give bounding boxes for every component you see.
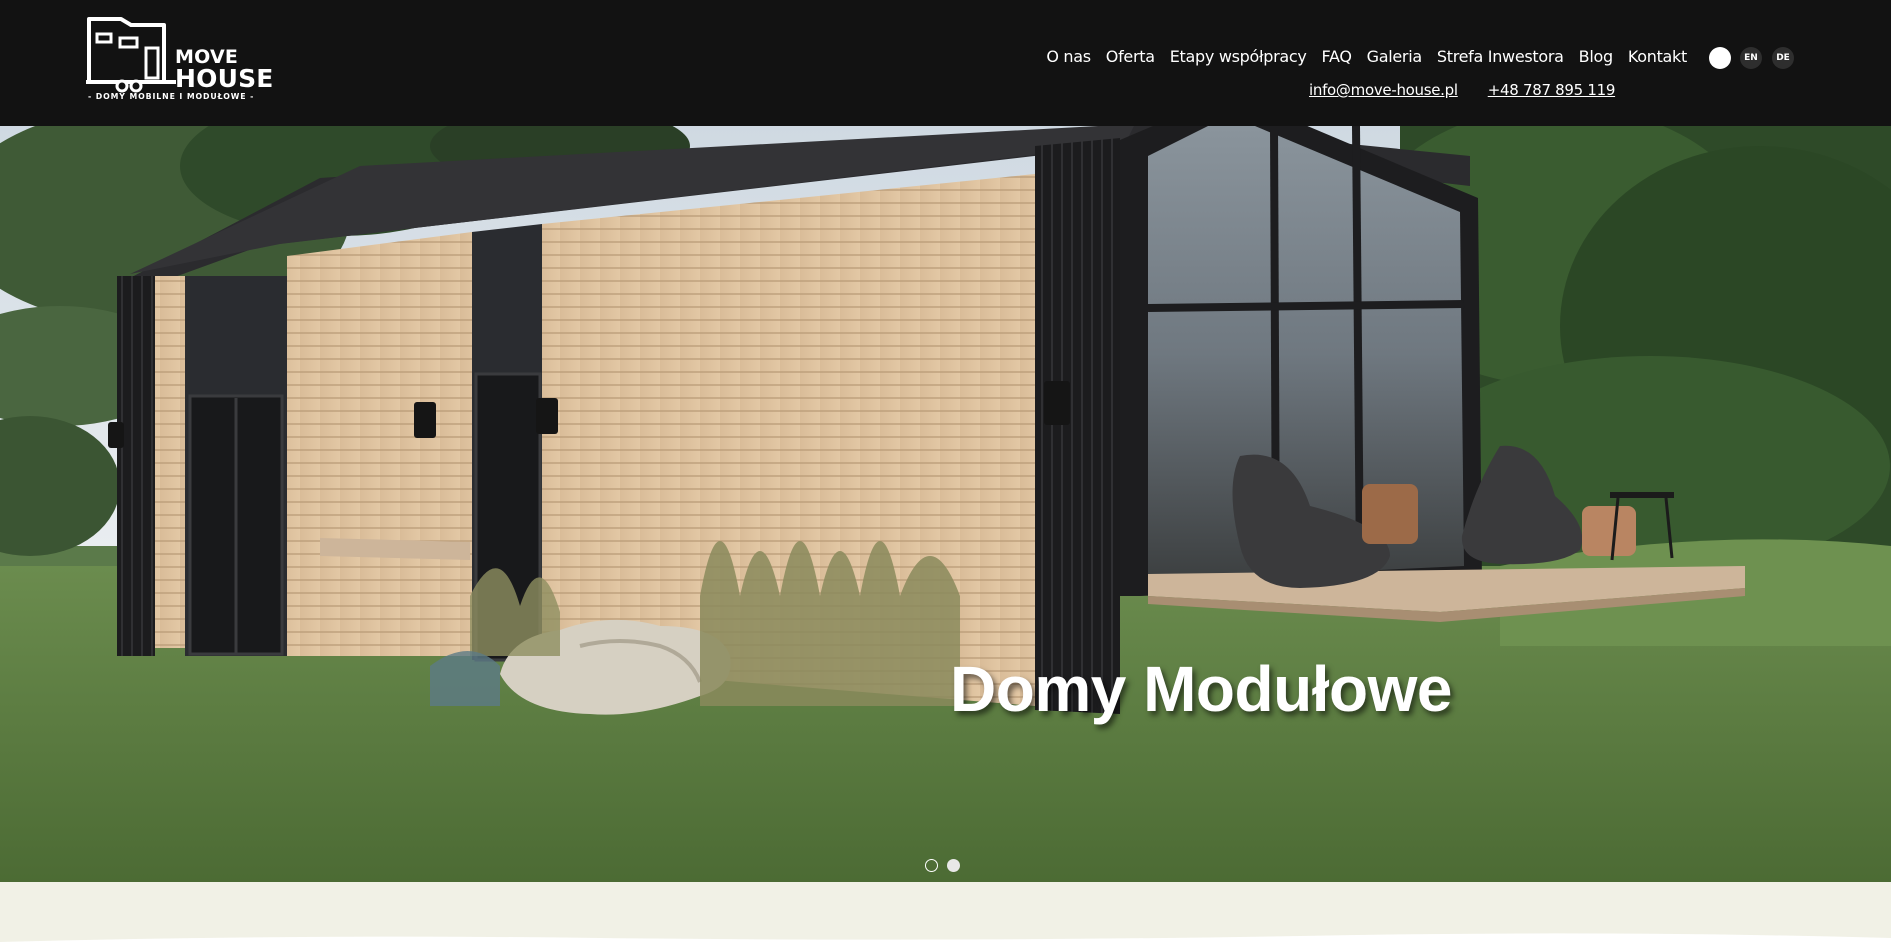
main-nav: O nas Oferta Etapy współpracy FAQ Galeri… xyxy=(1046,47,1687,67)
brand-name-line2: HOUSE xyxy=(175,64,274,93)
nav-item-faq[interactable]: FAQ xyxy=(1322,47,1352,67)
tiny-house-trailer-icon xyxy=(86,17,176,93)
brand-tagline: - DOMY MOBILNE I MODUŁOWE - xyxy=(88,92,255,101)
wave-divider xyxy=(0,933,1891,950)
nav-item-oferta[interactable]: Oferta xyxy=(1106,47,1155,67)
nav-item-strefa-inwestora[interactable]: Strefa Inwestora xyxy=(1437,47,1564,67)
hero-title: Domy Modułowe xyxy=(950,653,1452,725)
hero-house-image xyxy=(0,126,1891,882)
site-header: MOVE HOUSE - DOMY MOBILNE I MODUŁOWE - O… xyxy=(0,0,1891,126)
nav-item-o-nas[interactable]: O nas xyxy=(1046,47,1091,67)
nav-item-galeria[interactable]: Galeria xyxy=(1367,47,1423,67)
language-en-button[interactable]: EN xyxy=(1740,47,1762,69)
language-de-button[interactable]: DE xyxy=(1772,47,1794,69)
phone-link[interactable]: +48 787 895 119 xyxy=(1488,80,1616,100)
contact-links: info@move-house.pl +48 787 895 119 xyxy=(1309,80,1645,100)
email-link[interactable]: info@move-house.pl xyxy=(1309,80,1458,100)
light-mode-toggle-icon[interactable] xyxy=(1709,47,1731,69)
nav-item-etapy-wspolpracy[interactable]: Etapy współpracy xyxy=(1170,47,1307,67)
hero-slider: Domy Modułowe xyxy=(0,126,1891,882)
slider-dot-2[interactable] xyxy=(947,859,960,872)
slider-dot-1[interactable] xyxy=(925,859,938,872)
brand-logo[interactable]: MOVE HOUSE - DOMY MOBILNE I MODUŁOWE - xyxy=(86,16,273,106)
section-divider-band xyxy=(0,882,1891,950)
nav-item-kontakt[interactable]: Kontakt xyxy=(1628,47,1687,67)
nav-item-blog[interactable]: Blog xyxy=(1579,47,1613,67)
